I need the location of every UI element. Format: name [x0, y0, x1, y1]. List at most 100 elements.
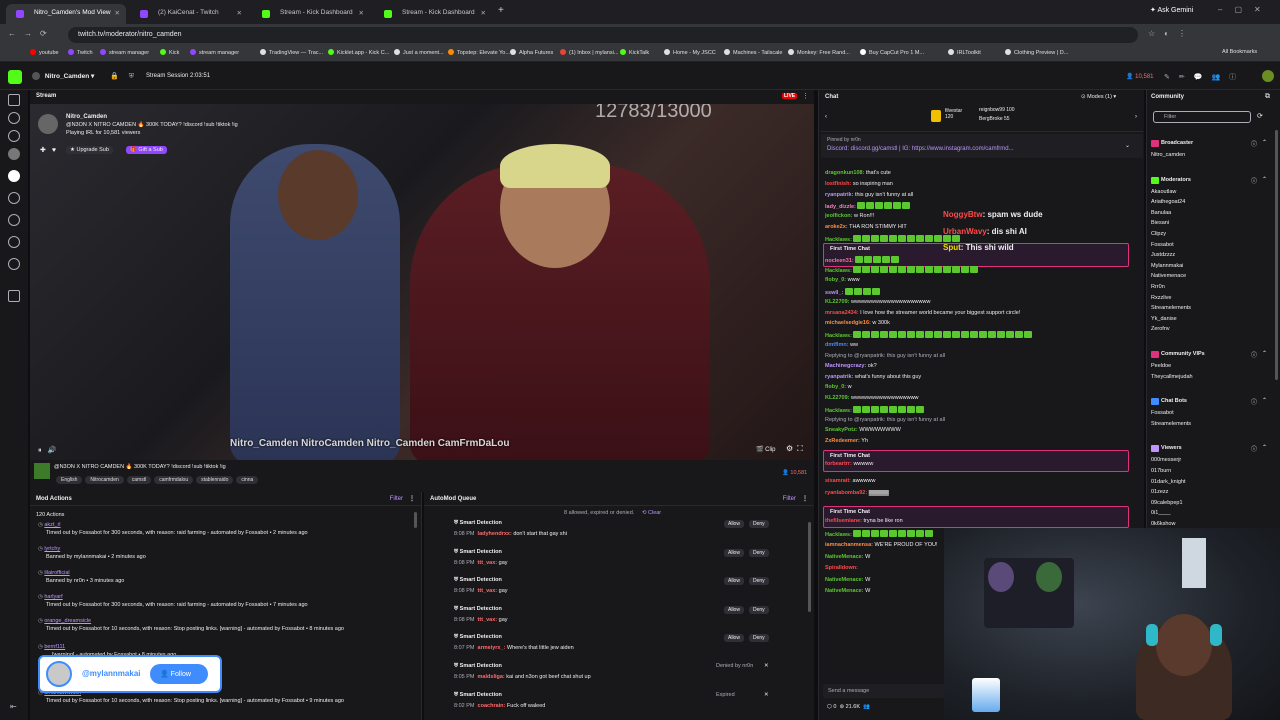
community-user[interactable]: Nitro_camden	[1151, 152, 1185, 158]
community-section-title[interactable]: Broadcaster	[1161, 140, 1193, 146]
stream-tag[interactable]: cinna	[236, 476, 259, 484]
play-volume-controls[interactable]: ⏸🔊	[38, 446, 62, 455]
scrollbar[interactable]	[1275, 130, 1278, 380]
rail-icon-4[interactable]	[8, 214, 20, 226]
mod-action-user[interactable]: ◷ harlyarf	[38, 594, 414, 600]
community-user[interactable]: 000messerjr	[1151, 457, 1181, 463]
clip-button[interactable]: 🎬 Clip	[756, 446, 775, 453]
automod-filter[interactable]: Filter	[783, 496, 796, 502]
follow-button[interactable]: 👤 Follow	[150, 664, 208, 684]
community-user[interactable]: Clipzy	[1151, 231, 1166, 237]
community-user[interactable]: Banulaa	[1151, 210, 1171, 216]
dashboard-logo-icon[interactable]	[8, 70, 22, 84]
bookmark-item[interactable]: Kicklet.app - Kick C...	[328, 49, 389, 56]
close-icon[interactable]: ✕	[237, 9, 242, 17]
community-section-title[interactable]: Chat Bots	[1161, 398, 1187, 404]
chevron-up-icon[interactable]: ⌃	[1262, 444, 1267, 451]
upgrade-sub-button[interactable]: ★ Upgrade Sub	[66, 146, 113, 154]
refresh-icon[interactable]: ⟳	[1257, 112, 1263, 120]
bookmark-item[interactable]: youtube	[30, 49, 59, 56]
community-user[interactable]: Rrr0n	[1151, 284, 1165, 290]
popout-icon[interactable]: ⧉	[1265, 93, 1270, 101]
bookmark-item[interactable]: Buy CapCut Pro 1 M...	[860, 49, 924, 56]
settings-fullscreen-icons[interactable]: ⚙⛶	[786, 444, 807, 454]
bookmark-item[interactable]: Monkey: Free Rand...	[788, 49, 850, 56]
rail-icon-3[interactable]	[8, 192, 20, 204]
bookmark-item[interactable]: stream manager	[190, 49, 239, 56]
bookmark-item[interactable]: Kick	[160, 49, 179, 56]
allow-button[interactable]: Allow	[724, 634, 744, 643]
video-player[interactable]: 12783/13000 Nitro_Camden @N3ON X NITRO C…	[30, 104, 814, 460]
send-message-input[interactable]: Send a message	[823, 684, 945, 698]
pencil-icon[interactable]	[8, 94, 20, 106]
allow-button[interactable]: Allow	[724, 520, 744, 528]
deny-button[interactable]: Deny	[749, 520, 769, 528]
more-icon[interactable]: ⋮	[409, 495, 415, 502]
scrollbar[interactable]	[414, 512, 417, 528]
community-filter-input[interactable]: Filter	[1153, 111, 1251, 123]
allow-button[interactable]: Allow	[724, 605, 744, 614]
stream-tag[interactable]: camfrmdalou	[154, 476, 194, 484]
chevron-left-icon[interactable]: ‹	[825, 114, 827, 120]
bookmark-item[interactable]: Alpha Futures	[510, 49, 553, 56]
channel-selector[interactable]: Nitro_Camden ▾	[32, 72, 94, 80]
rail-avatar-2[interactable]	[8, 170, 20, 182]
bookmark-item[interactable]: Home - My JSCC	[664, 49, 716, 56]
bookmark-item[interactable]: IRLToolkit	[948, 49, 981, 56]
gift-sub-button[interactable]: 🎁 Gift a Sub	[126, 146, 167, 154]
info-icon[interactable]: ⓘ	[1251, 176, 1257, 185]
community-user[interactable]: 0k6kshow	[1151, 521, 1175, 527]
lock-shield-icons[interactable]: 🔒⛨	[110, 72, 144, 81]
community-user[interactable]: Fossabot	[1151, 410, 1174, 416]
info-icon[interactable]: ⓘ	[1251, 139, 1257, 148]
close-icon[interactable]: ✕	[115, 9, 120, 17]
bookmark-item[interactable]: KickTalk	[620, 49, 649, 56]
rail-icon-7[interactable]	[8, 290, 20, 302]
mod-actions-filter[interactable]: Filter	[390, 496, 403, 502]
channel-points[interactable]: ⬡ 0 ⊚ 21.6K 👥	[827, 704, 870, 710]
community-user[interactable]: Justdzzzz	[1151, 252, 1175, 258]
bookmark-item[interactable]: Twitch	[68, 49, 93, 56]
close-icon[interactable]: ✕	[359, 9, 364, 17]
close-icon[interactable]: ✕	[764, 692, 769, 698]
close-icon[interactable]: ✕	[764, 663, 769, 669]
community-user[interactable]: Mylannmakai	[1151, 263, 1183, 269]
community-section-title[interactable]: Community VIPs	[1161, 351, 1205, 357]
collapse-icon[interactable]: ⇤	[10, 702, 17, 711]
new-tab-button[interactable]: +	[498, 5, 504, 16]
mod-action-user[interactable]: ◷ lilairofficial	[38, 570, 414, 576]
chevron-up-icon[interactable]: ⌃	[1262, 397, 1267, 404]
bookmark-item[interactable]: TradingView — Trac...	[260, 49, 323, 56]
ask-gemini-button[interactable]: ✦ Ask Gemini	[1150, 6, 1193, 14]
info-icon[interactable]: ⓘ	[1251, 444, 1257, 453]
nav-buttons[interactable]: ←→⟳	[8, 29, 55, 38]
bookmark-item[interactable]: stream manager	[100, 49, 149, 56]
chat-modes[interactable]: ⊙ Modes (1) ▾	[1081, 94, 1116, 100]
rail-icon-6[interactable]	[8, 258, 20, 270]
community-section-title[interactable]: Viewers	[1161, 445, 1182, 451]
clear-button[interactable]: ⟲ Clear	[642, 510, 661, 516]
chevron-down-icon[interactable]: ⌄	[1125, 142, 1130, 149]
mod-action-user[interactable]: ◷ lyrtchy	[38, 546, 414, 552]
stream-tag[interactable]: Nitrocamden	[85, 476, 124, 484]
community-user[interactable]: Rxzzlive	[1151, 295, 1171, 301]
community-user[interactable]: Biesani	[1151, 220, 1169, 226]
mod-action-user[interactable]: ◷ orange_dreamsicle	[38, 618, 414, 624]
scrollbar[interactable]	[808, 522, 811, 612]
community-user[interactable]: Fossabot	[1151, 242, 1174, 248]
info-icon[interactable]: ⓘ	[1251, 397, 1257, 406]
community-user[interactable]: Peeldoe	[1151, 363, 1171, 369]
tab-mod-view[interactable]: Nitro_Camden's Mod View ✕	[6, 4, 126, 24]
rail-avatar-1[interactable]	[8, 148, 20, 160]
community-user[interactable]: 01zezz	[1151, 489, 1168, 495]
community-user[interactable]: Zerofnv	[1151, 326, 1170, 332]
more-icon[interactable]: ⋮	[802, 92, 809, 100]
tab-kaicenat[interactable]: (2) KaiCenat - Twitch ✕	[130, 4, 248, 24]
community-user[interactable]: Akaoutlaw	[1151, 189, 1176, 195]
community-user[interactable]: 09calebpep1	[1151, 500, 1183, 506]
rail-icon-2[interactable]	[8, 130, 20, 142]
community-user[interactable]: 01dark_knight	[1151, 479, 1186, 485]
allow-button[interactable]: Allow	[724, 548, 744, 557]
follow-heart-icons[interactable]: ✚♥	[40, 146, 62, 154]
bookmark-item[interactable]: Topstep: Elevate Yo...	[448, 49, 510, 56]
